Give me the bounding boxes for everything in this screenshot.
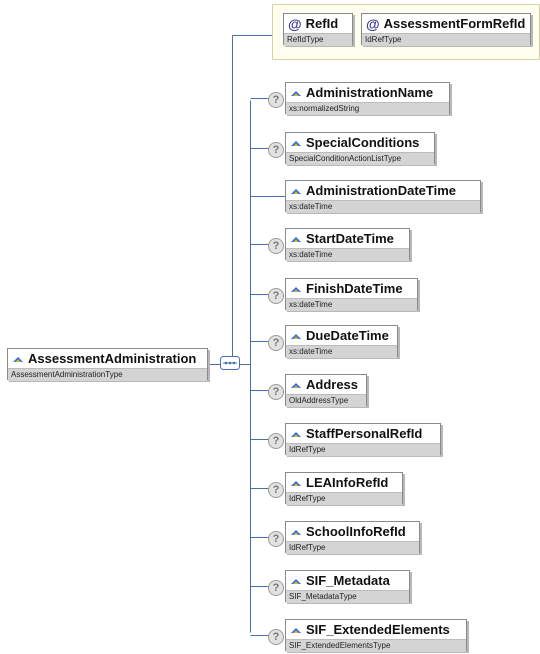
element-node-staffpersonalrefid[interactable]: StaffPersonalRefId IdRefType — [285, 423, 441, 456]
root-element-name: AssessmentAdministration — [28, 351, 197, 366]
element-type: SIF_ExtendedElementsType — [286, 639, 466, 652]
sequence-compositor-icon — [220, 356, 240, 370]
element-type: xs:dateTime — [286, 345, 397, 358]
optional-marker-icon: ? — [268, 335, 284, 351]
attribute-name: AssessmentFormRefId — [383, 16, 526, 31]
element-name: SchoolInfoRefId — [306, 524, 406, 539]
element-type: SIF_MetadataType — [286, 590, 409, 603]
attribute-node-assessmentformrefid[interactable]: @ AssessmentFormRefId IdRefType — [361, 13, 531, 46]
element-type: xs:dateTime — [286, 298, 417, 311]
element-icon — [291, 431, 301, 437]
element-node-leainforefid[interactable]: LEAInfoRefId IdRefType — [285, 472, 403, 505]
root-element-node[interactable]: AssessmentAdministration AssessmentAdmin… — [7, 348, 208, 381]
element-icon — [291, 333, 301, 339]
element-node-finishdatetime[interactable]: FinishDateTime xs:dateTime — [285, 278, 418, 311]
element-icon — [291, 286, 301, 292]
element-name: AdministrationDateTime — [306, 183, 457, 198]
attribute-type: IdRefType — [362, 33, 530, 46]
element-name: SpecialConditions — [306, 135, 420, 150]
element-node-sif-extendedelements[interactable]: SIF_ExtendedElements SIF_ExtendedElements… — [285, 619, 467, 652]
element-icon — [291, 529, 301, 535]
element-type: xs:normalizedString — [286, 102, 449, 115]
element-node-specialconditions[interactable]: SpecialConditions SpecialConditionActionL… — [285, 132, 435, 165]
element-type: xs:dateTime — [286, 248, 409, 261]
optional-marker-icon: ? — [268, 433, 284, 449]
attributes-group: @ RefId RefIdType @ AssessmentFormRefId … — [272, 4, 540, 60]
element-node-duedatetime[interactable]: DueDateTime xs:dateTime — [285, 325, 398, 358]
element-type: OldAddressType — [286, 394, 366, 407]
root-element-type: AssessmentAdministrationType — [8, 368, 207, 381]
element-icon — [13, 356, 23, 362]
optional-marker-icon: ? — [268, 142, 284, 158]
element-icon — [291, 382, 301, 388]
element-type: IdRefType — [286, 443, 440, 456]
element-icon — [291, 578, 301, 584]
element-node-schoolinforefid[interactable]: SchoolInfoRefId IdRefType — [285, 521, 420, 554]
element-name: SIF_ExtendedElements — [306, 622, 450, 637]
element-type: SpecialConditionActionListType — [286, 152, 434, 165]
optional-marker-icon: ? — [268, 482, 284, 498]
element-icon — [291, 90, 301, 96]
element-icon — [291, 140, 301, 146]
element-icon — [291, 236, 301, 242]
element-node-address[interactable]: Address OldAddressType — [285, 374, 367, 407]
attribute-marker: @ — [288, 15, 302, 32]
optional-marker-icon: ? — [268, 238, 284, 254]
element-type: IdRefType — [286, 541, 419, 554]
optional-marker-icon: ? — [268, 288, 284, 304]
element-type: IdRefType — [286, 492, 402, 505]
attribute-marker: @ — [366, 15, 380, 32]
element-node-administrationname[interactable]: AdministrationName xs:normalizedString — [285, 82, 450, 115]
optional-marker-icon: ? — [268, 384, 284, 400]
element-icon — [291, 188, 301, 194]
attribute-type: RefIdType — [284, 33, 352, 46]
attribute-name: RefId — [305, 16, 339, 31]
attribute-node-refid[interactable]: @ RefId RefIdType — [283, 13, 353, 46]
element-node-sif-metadata[interactable]: SIF_Metadata SIF_MetadataType — [285, 570, 410, 603]
element-name: AdministrationName — [306, 85, 434, 100]
element-name: LEAInfoRefId — [306, 475, 389, 490]
optional-marker-icon: ? — [268, 531, 284, 547]
element-name: DueDateTime — [306, 328, 389, 343]
element-node-administrationdatetime[interactable]: AdministrationDateTime xs:dateTime — [285, 180, 481, 213]
element-type: xs:dateTime — [286, 200, 480, 213]
element-name: StartDateTime — [306, 231, 394, 246]
element-name: FinishDateTime — [306, 281, 403, 296]
optional-marker-icon: ? — [268, 629, 284, 645]
element-node-startdatetime[interactable]: StartDateTime xs:dateTime — [285, 228, 410, 261]
element-name: Address — [306, 377, 359, 392]
element-name: StaffPersonalRefId — [306, 426, 423, 441]
element-name: SIF_Metadata — [306, 573, 390, 588]
element-icon — [291, 480, 301, 486]
optional-marker-icon: ? — [268, 92, 284, 108]
optional-marker-icon: ? — [268, 580, 284, 596]
element-icon — [291, 627, 301, 633]
